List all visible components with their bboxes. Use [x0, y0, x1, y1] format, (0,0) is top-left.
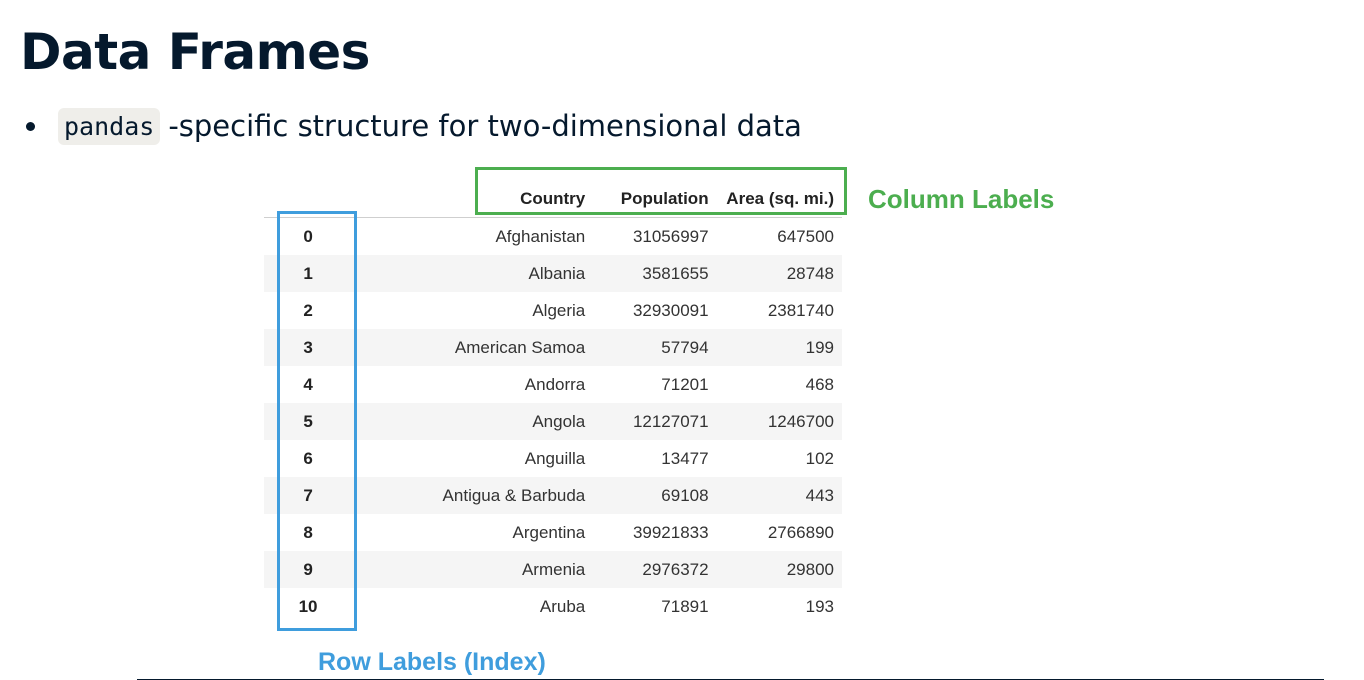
cell-country: American Samoa — [454, 337, 586, 357]
cell-population: 69108 — [661, 485, 709, 505]
cell-area: 2381740 — [767, 300, 834, 320]
cell-population: 3581655 — [642, 263, 709, 283]
cell-population: 31056997 — [632, 226, 709, 246]
cell-country: Argentina — [512, 522, 586, 542]
cell-area: 102 — [805, 448, 834, 468]
row-labels-annotation: Row Labels (Index) — [318, 648, 546, 676]
cell-country: Albania — [528, 263, 586, 283]
cell-country: Armenia — [521, 559, 586, 579]
cell-country: Afghanistan — [495, 226, 586, 246]
bullet-item: pandas -specific structure for two-dimen… — [26, 104, 802, 148]
cell-area: 468 — [805, 374, 834, 394]
cell-area: 2766890 — [767, 522, 834, 542]
cell-country: Andorra — [524, 374, 586, 394]
cell-population: 13477 — [661, 448, 709, 468]
cell-population: 71201 — [661, 374, 709, 394]
cell-country: Anguilla — [524, 448, 586, 468]
cell-population: 57794 — [661, 337, 709, 357]
row-labels-highlight-box — [277, 211, 357, 631]
cell-population: 39921833 — [632, 522, 709, 542]
cell-population: 2976372 — [642, 559, 709, 579]
cell-population: 12127071 — [632, 411, 709, 431]
cell-area: 29800 — [786, 559, 834, 579]
cell-country: Angola — [532, 411, 586, 431]
cell-population: 71891 — [661, 596, 709, 616]
inline-code: pandas — [58, 107, 161, 145]
cell-area: 199 — [805, 337, 834, 357]
cell-area: 28748 — [786, 263, 834, 283]
bullet-text: -specific structure for two-dimensional … — [168, 109, 802, 143]
cell-area: 1246700 — [767, 411, 834, 431]
bullet-dot-icon — [26, 121, 35, 131]
column-labels-highlight-box — [475, 167, 847, 215]
cell-area: 647500 — [777, 226, 834, 246]
cell-population: 32930091 — [632, 300, 709, 320]
cell-area: 443 — [805, 485, 834, 505]
slide-title: Data Frames — [20, 23, 370, 81]
column-labels-annotation: Column Labels — [868, 184, 1055, 214]
cell-country: Antigua & Barbuda — [442, 485, 586, 505]
cell-country: Algeria — [532, 300, 586, 320]
cell-area: 193 — [805, 596, 834, 616]
cell-country: Aruba — [539, 596, 586, 616]
